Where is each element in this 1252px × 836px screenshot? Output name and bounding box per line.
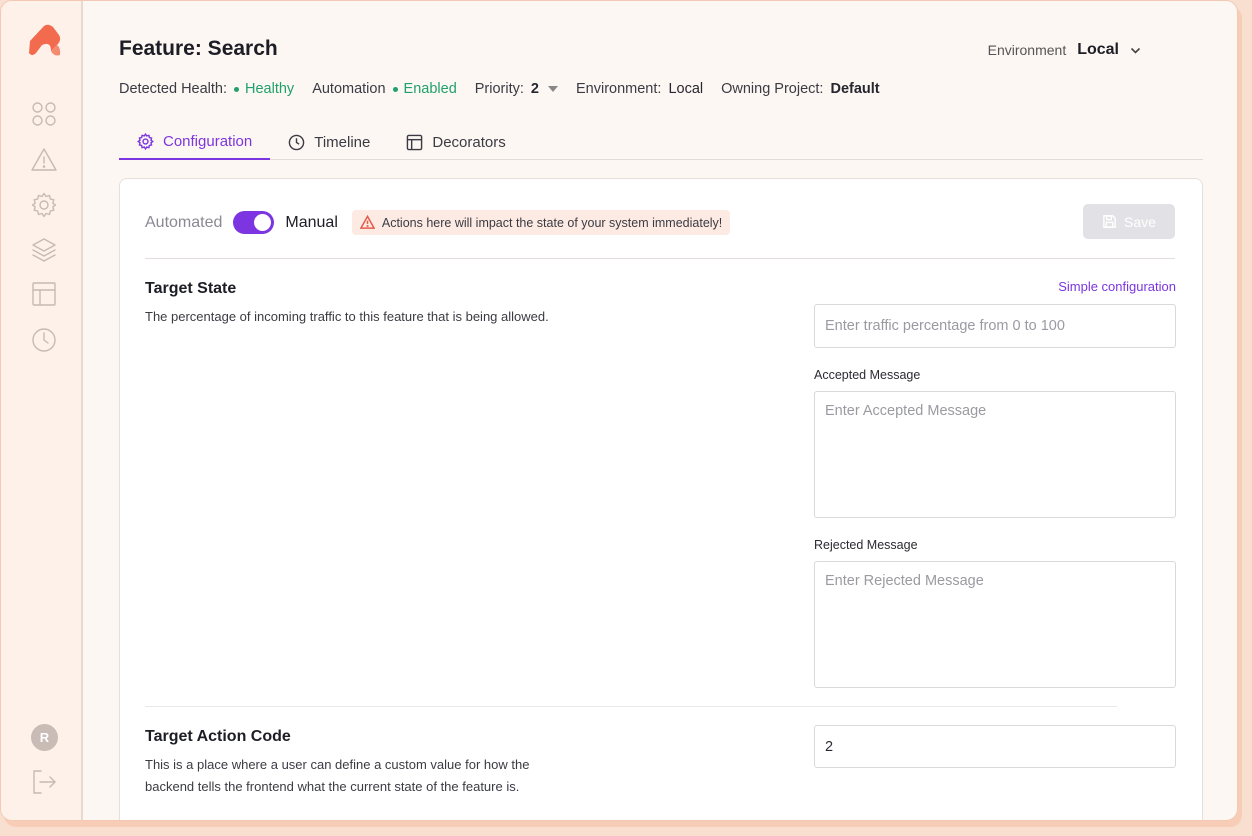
health-value: Healthy xyxy=(245,81,295,97)
clock-icon[interactable] xyxy=(31,327,57,353)
automated-label: Automated xyxy=(145,213,223,231)
accepted-message-textarea[interactable] xyxy=(814,391,1176,518)
tab-timeline[interactable]: Timeline xyxy=(270,125,388,159)
traffic-percentage-input[interactable] xyxy=(814,304,1176,348)
avatar[interactable]: R xyxy=(31,724,58,751)
caret-down-icon[interactable] xyxy=(548,86,558,92)
priority-value: 2 xyxy=(530,81,539,97)
health-label: Detected Health: xyxy=(119,81,228,97)
save-label: Save xyxy=(1124,213,1156,230)
layout-icon xyxy=(407,134,423,150)
layers-icon[interactable] xyxy=(31,237,57,263)
brand-logo-icon[interactable] xyxy=(26,23,64,59)
env-meta-value: Local xyxy=(668,81,704,97)
tab-timeline-label: Timeline xyxy=(314,133,371,151)
tab-decorators[interactable]: Decorators xyxy=(388,125,523,159)
automation-status: Automation Enabled xyxy=(312,81,457,97)
feature-meta: Detected Health: Healthy Automation Enab… xyxy=(119,81,898,97)
clock-icon xyxy=(288,134,305,150)
warning-text: Actions here will impact the state of yo… xyxy=(381,215,723,230)
grid-icon[interactable] xyxy=(31,101,57,127)
layout-icon[interactable] xyxy=(31,281,57,307)
gear-icon[interactable] xyxy=(31,192,57,218)
tab-decorators-label: Decorators xyxy=(432,133,506,151)
main-content: Feature: Search Environment Local Detect… xyxy=(119,1,1203,820)
target-action-title: Target Action Code xyxy=(145,728,291,745)
environment-label: Environment xyxy=(987,42,1067,58)
rejected-message-label: Rejected Message xyxy=(814,538,918,552)
project-value: Default xyxy=(830,81,880,97)
simple-configuration-link[interactable]: Simple configuration xyxy=(1058,279,1176,294)
target-action-description: This is a place where a user can define … xyxy=(145,757,530,794)
mode-row: Automated Manual Actions here will impac… xyxy=(145,210,731,235)
mode-toggle[interactable] xyxy=(233,211,275,234)
chevron-down-icon xyxy=(1130,47,1141,54)
save-button[interactable]: Save xyxy=(1083,204,1175,239)
tab-configuration[interactable]: Configuration xyxy=(119,125,271,160)
sidebar: R xyxy=(1,1,83,820)
priority-label: Priority: xyxy=(474,81,524,97)
warning-icon[interactable] xyxy=(31,147,57,173)
target-state-description: The percentage of incoming traffic to th… xyxy=(145,309,549,324)
project-label: Owning Project: xyxy=(721,81,824,97)
health-status: Detected Health: Healthy xyxy=(119,81,294,97)
accepted-message-label: Accepted Message xyxy=(814,368,921,382)
priority-selector[interactable]: Priority: 2 xyxy=(475,81,558,97)
toggle-knob xyxy=(254,214,272,231)
section-divider xyxy=(145,706,1117,707)
environment-value: Local xyxy=(1077,41,1119,58)
rejected-message-textarea[interactable] xyxy=(814,561,1176,688)
logout-icon[interactable] xyxy=(31,769,57,795)
configuration-panel: Automated Manual Actions here will impac… xyxy=(119,178,1203,820)
environment-info: Environment: Local xyxy=(576,81,703,97)
tab-bar: Configuration Timeline Decorators xyxy=(119,125,1203,160)
health-dot-icon xyxy=(234,86,240,92)
gear-icon xyxy=(137,133,154,150)
env-meta-label: Environment: xyxy=(576,81,662,97)
app-window: R Feature: Search Environment Local Dete… xyxy=(0,0,1238,821)
save-icon xyxy=(1103,215,1116,228)
warning-banner: Actions here will impact the state of yo… xyxy=(351,210,731,235)
environment-selector[interactable]: Environment Local xyxy=(988,41,1141,59)
warning-icon xyxy=(359,215,375,229)
manual-label: Manual xyxy=(285,213,338,231)
action-code-input[interactable] xyxy=(814,725,1176,768)
divider xyxy=(145,258,1175,259)
tab-configuration-label: Configuration xyxy=(163,133,253,150)
page-title: Feature: Search xyxy=(119,37,278,60)
automation-label: Automation xyxy=(312,81,386,97)
target-state-title: Target State xyxy=(145,280,237,297)
automation-value: Enabled xyxy=(403,81,457,97)
automation-dot-icon xyxy=(392,86,398,92)
project-info: Owning Project: Default xyxy=(721,81,880,97)
